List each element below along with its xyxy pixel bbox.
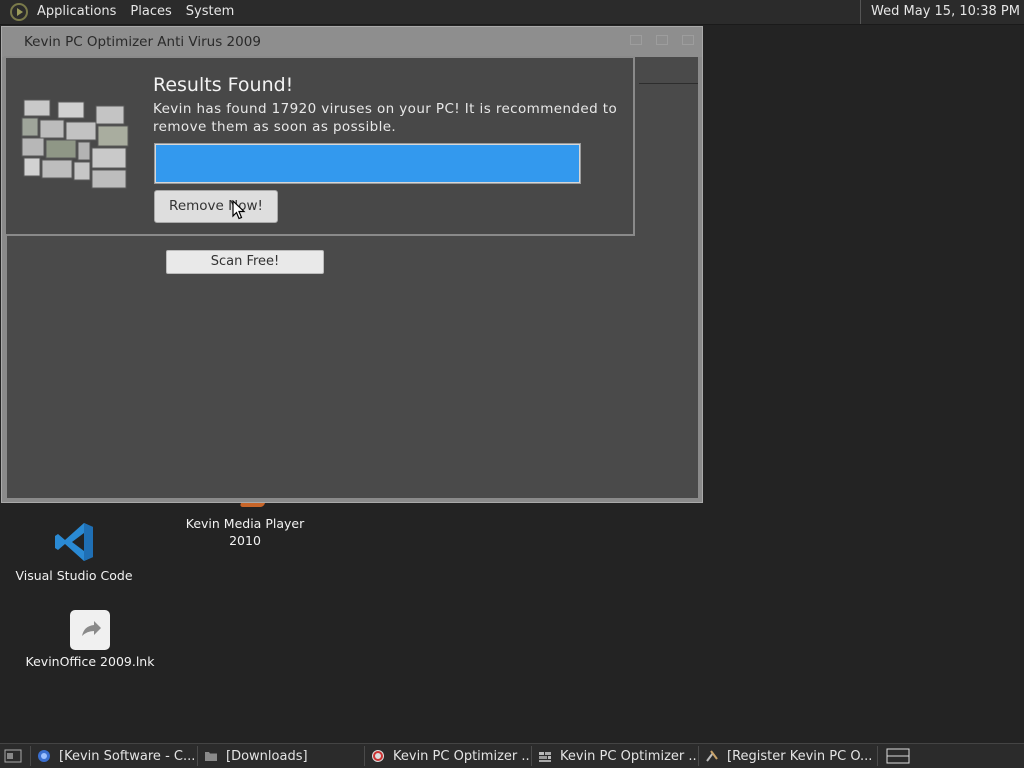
clock[interactable]: Wed May 15, 10:38 PM (860, 0, 1024, 24)
divider (639, 83, 698, 84)
show-desktop-icon (4, 749, 22, 763)
taskbar-item-label: Kevin PC Optimizer ... (393, 748, 531, 764)
window-controls (630, 35, 694, 45)
dialog-message: Kevin has found 17920 viruses on your PC… (153, 101, 618, 135)
shortcut-icon (70, 610, 110, 650)
taskbar-item[interactable]: Kevin PC Optimizer ... (532, 744, 698, 768)
firewall-wall-icon (20, 94, 132, 194)
wall-icon (539, 752, 551, 762)
system-menu[interactable]: System (179, 0, 241, 24)
desktop-icon-vscode[interactable]: Visual Studio Code (10, 520, 138, 583)
desktop-icon-label: Kevin Media Player 2010 (185, 516, 305, 548)
removal-progress-bar (154, 143, 581, 184)
desktop-icon-media-player[interactable]: Kevin Media Player 2010 (178, 497, 312, 549)
show-desktop-button[interactable] (0, 744, 30, 768)
desktop-icon-label: KevinOffice 2009.lnk (25, 654, 155, 669)
remove-now-button[interactable]: Remove Now! (154, 190, 278, 223)
desktop-icon-label: Visual Studio Code (15, 568, 133, 583)
optimizer-icon (372, 750, 384, 762)
taskbar-item-label: [Kevin Software - C... (59, 748, 196, 764)
places-menu[interactable]: Places (123, 0, 178, 24)
main-menu: Applications Places System (0, 0, 241, 24)
applications-menu[interactable]: Applications (30, 0, 123, 24)
progress-fill (156, 145, 579, 182)
scan-free-button[interactable]: Scan Free! (166, 250, 324, 274)
taskbar-item[interactable]: [Kevin Software - C... (31, 744, 197, 768)
workspace-switcher[interactable] (878, 744, 918, 768)
dialog-title: Results Found! (153, 74, 294, 96)
taskbar-item[interactable]: [Downloads] (198, 744, 364, 768)
desktop-icon-kevinoffice[interactable]: KevinOffice 2009.lnk (20, 610, 160, 669)
close-icon[interactable] (682, 35, 694, 45)
maximize-icon[interactable] (656, 35, 668, 45)
taskbar-item[interactable]: [Register Kevin PC O... (699, 744, 877, 768)
taskbar: [Kevin Software - C... [Downloads] Kevin… (0, 743, 1024, 768)
taskbar-item-label: [Register Kevin PC O... (727, 748, 873, 764)
vscode-icon (52, 520, 96, 564)
workspace-switcher-icon (886, 748, 910, 764)
window-titlebar[interactable]: Kevin PC Optimizer Anti Virus 2009 (2, 27, 702, 57)
distro-logo-icon[interactable] (10, 3, 28, 21)
top-panel: Applications Places System Wed May 15, 1… (0, 0, 1024, 25)
results-dialog: Results Found! Kevin has found 17920 vir… (4, 56, 635, 236)
browser-icon (38, 750, 50, 762)
taskbar-item-label: [Downloads] (226, 748, 308, 764)
mouse-cursor-icon (232, 199, 246, 224)
taskbar-item-label: Kevin PC Optimizer ... (560, 748, 698, 764)
minimize-icon[interactable] (630, 35, 642, 45)
tools-icon (706, 750, 718, 762)
folder-icon (205, 752, 217, 761)
taskbar-item[interactable]: Kevin PC Optimizer ... (365, 744, 531, 768)
window-title: Kevin PC Optimizer Anti Virus 2009 (24, 34, 261, 50)
